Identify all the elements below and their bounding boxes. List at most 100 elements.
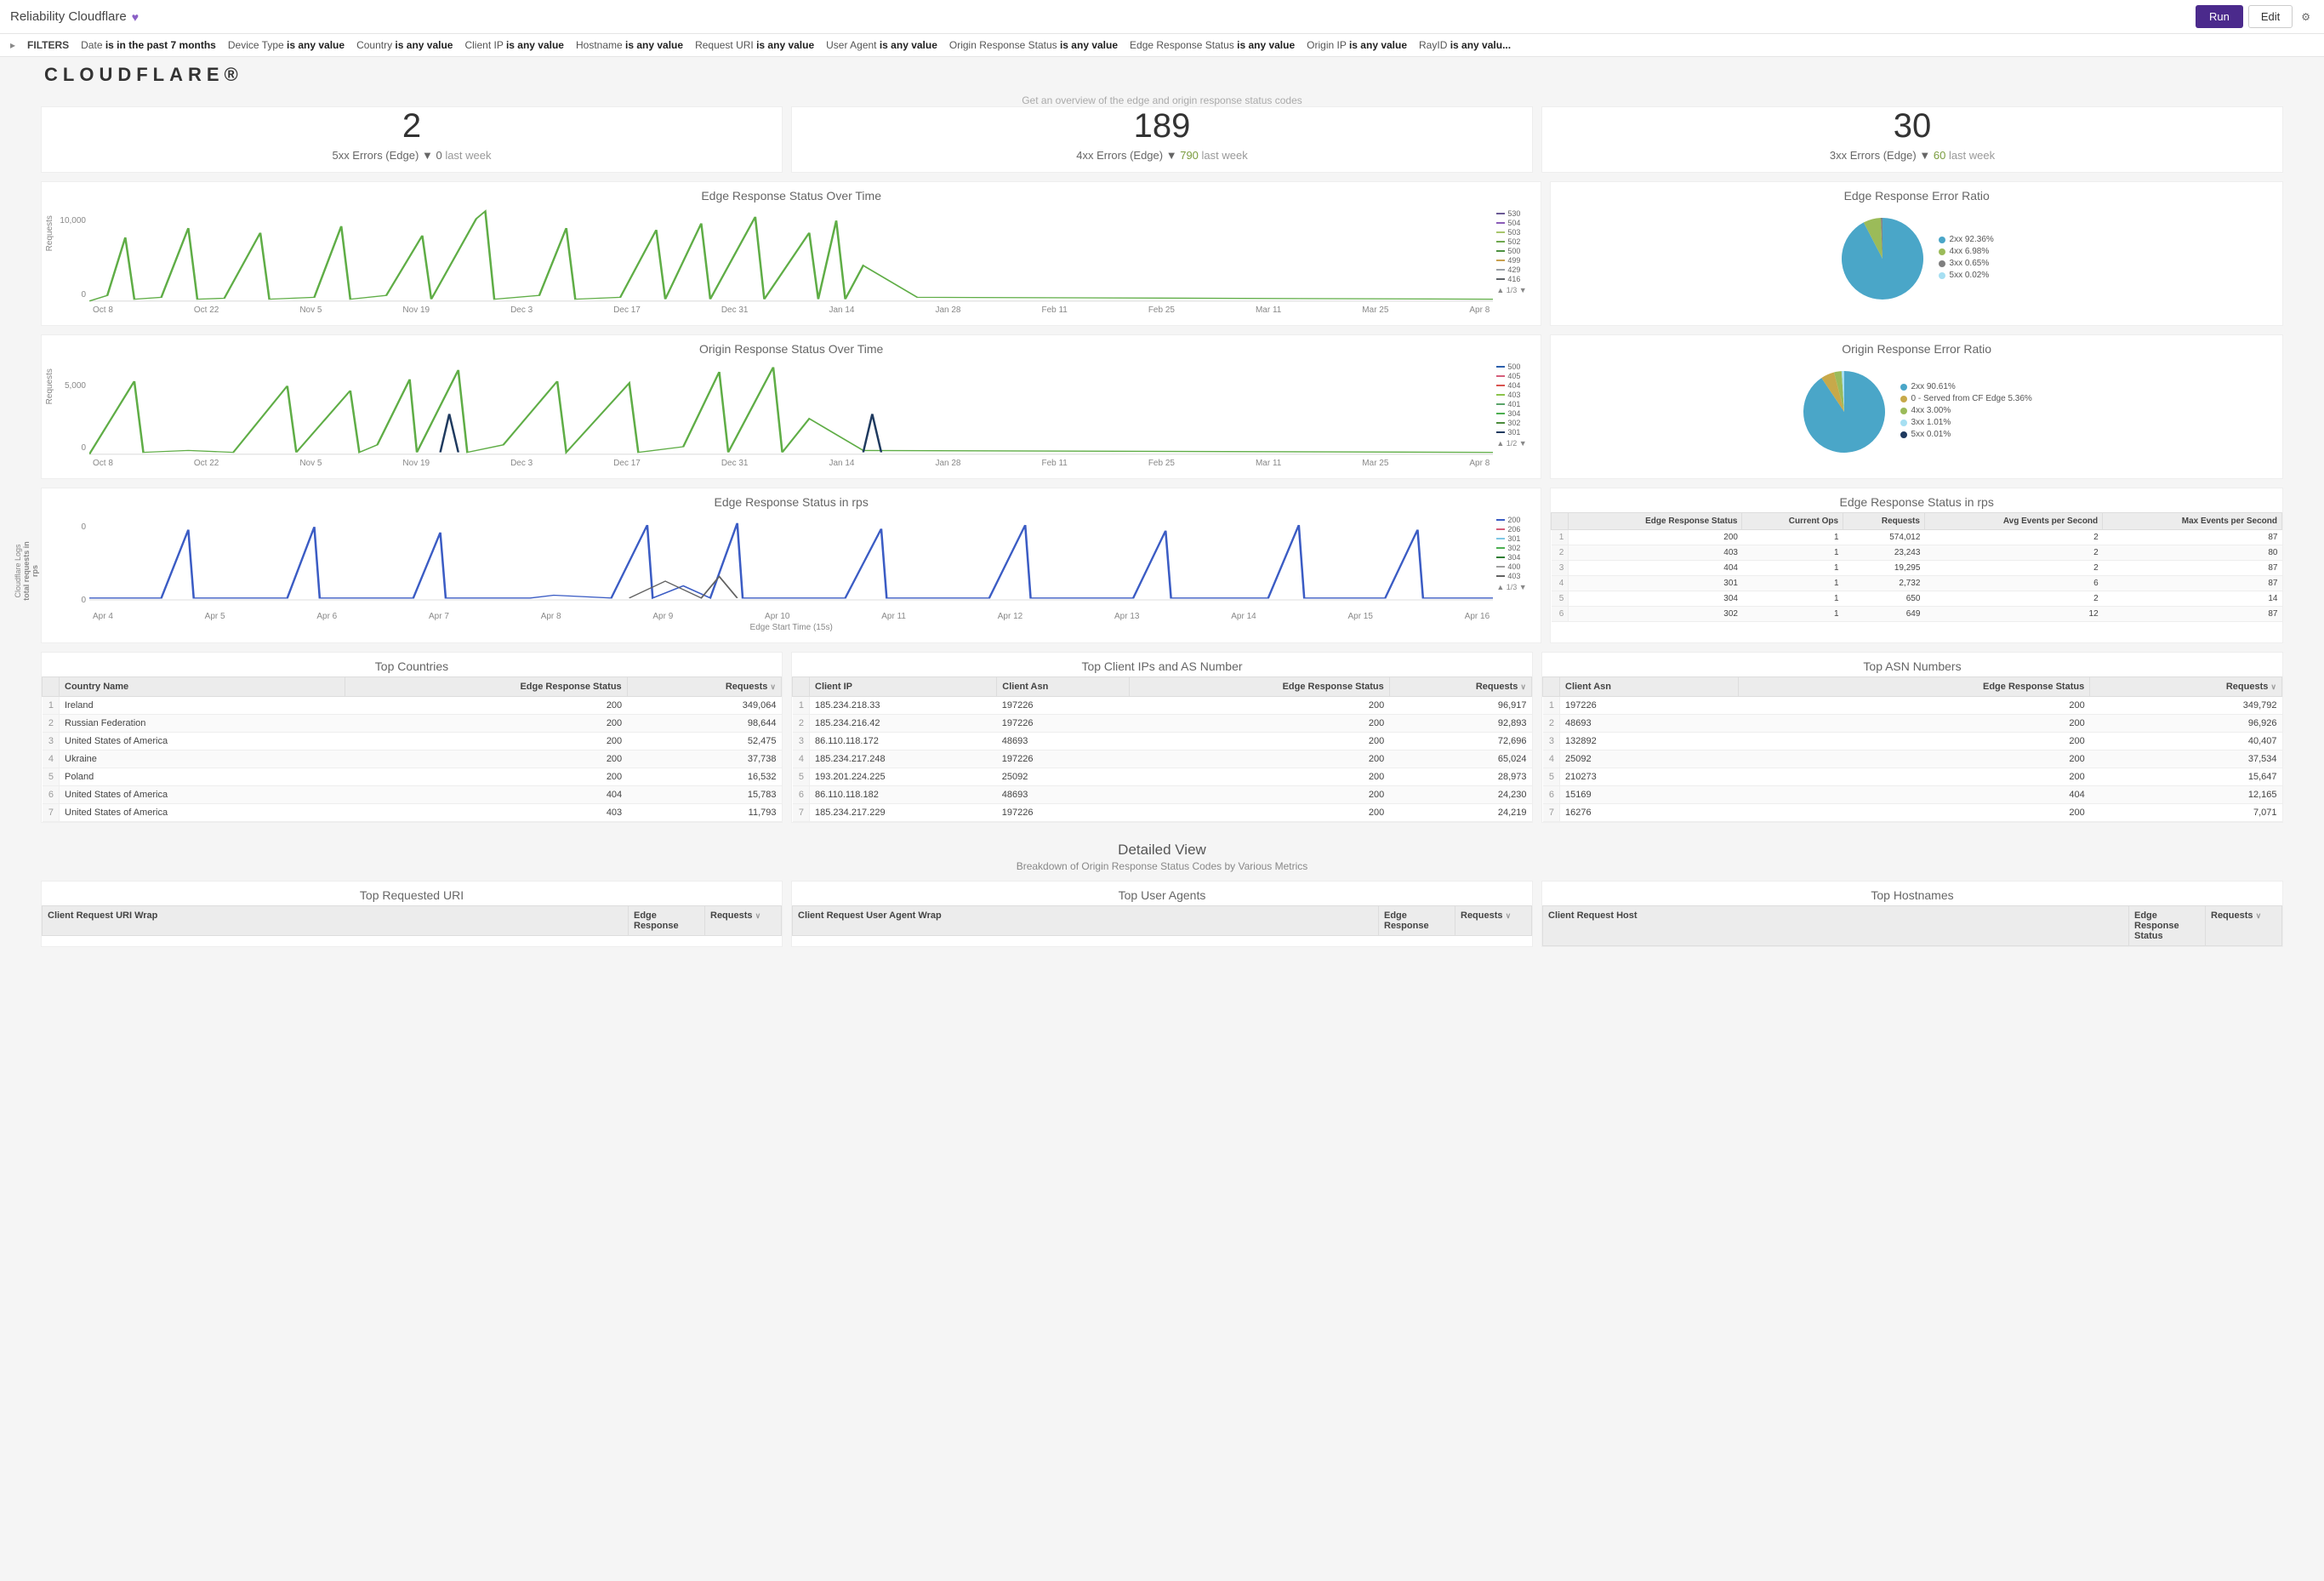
run-button[interactable]: Run: [2196, 5, 2243, 28]
table-row[interactable]: 3United States of America20052,475: [43, 733, 782, 751]
legend-item[interactable]: 301: [1496, 428, 1534, 437]
legend-item[interactable]: 302: [1496, 419, 1534, 427]
filter-item[interactable]: RayID is any valu...: [1419, 39, 1511, 51]
filter-item[interactable]: Hostname is any value: [576, 39, 683, 51]
table-row[interactable]: 1185.234.218.3319722620096,917: [793, 697, 1532, 715]
column-header[interactable]: Edge Response Status: [1569, 513, 1742, 530]
table-row[interactable]: 12001574,012287: [1552, 530, 2282, 545]
top-uri-table[interactable]: Client Request URI WrapEdge ResponseRequ…: [42, 905, 782, 936]
gear-icon[interactable]: ⚙: [2298, 8, 2314, 26]
column-header[interactable]: Edge Response Status: [2129, 906, 2206, 946]
column-header[interactable]: Client Request URI Wrap: [43, 906, 629, 936]
table-row[interactable]: 24869320096,926: [1543, 715, 2282, 733]
legend-item[interactable]: 504: [1496, 219, 1534, 227]
table-row[interactable]: 61516940412,165: [1543, 786, 2282, 804]
origin-error-ratio-pie[interactable]: [1802, 369, 1887, 454]
pie-legend-item[interactable]: 0 - Served from CF Edge 5.36%: [1900, 394, 2032, 403]
table-row[interactable]: 6United States of America40415,783: [43, 786, 782, 804]
legend-item[interactable]: 500: [1496, 362, 1534, 371]
column-header[interactable]: Client IP: [810, 677, 997, 697]
table-row[interactable]: 1Ireland200349,064: [43, 697, 782, 715]
pie-legend-item[interactable]: 4xx 3.00%: [1900, 406, 2032, 415]
pie-legend-item[interactable]: 3xx 1.01%: [1900, 418, 2032, 427]
legend-item[interactable]: 403: [1496, 391, 1534, 399]
pie-legend-item[interactable]: 5xx 0.01%: [1900, 430, 2032, 439]
edge-error-ratio-pie[interactable]: [1840, 216, 1925, 301]
column-header[interactable]: Edge Response: [1379, 906, 1455, 936]
favorite-icon[interactable]: ♥: [132, 10, 139, 24]
table-row[interactable]: 630216491287: [1552, 607, 2282, 622]
column-header[interactable]: Client Asn: [1560, 677, 1739, 697]
table-row[interactable]: 7162762007,071: [1543, 804, 2282, 822]
column-header[interactable]: Edge Response Status: [345, 677, 627, 697]
pie-legend-item[interactable]: 5xx 0.02%: [1939, 271, 1994, 280]
legend-item[interactable]: 416: [1496, 275, 1534, 283]
pie-legend-item[interactable]: 2xx 90.61%: [1900, 382, 2032, 391]
pie-legend-item[interactable]: 4xx 6.98%: [1939, 247, 1994, 256]
legend-item[interactable]: 200: [1496, 516, 1534, 524]
legend-item[interactable]: 302: [1496, 544, 1534, 552]
column-header[interactable]: Requests ∨: [627, 677, 781, 697]
filter-item[interactable]: Date is in the past 7 months: [81, 39, 216, 51]
legend-item[interactable]: 301: [1496, 534, 1534, 543]
table-row[interactable]: 2403123,243280: [1552, 545, 2282, 561]
table-row[interactable]: 313289220040,407: [1543, 733, 2282, 751]
origin-time-chart[interactable]: [89, 362, 1493, 456]
top-ua-table[interactable]: Client Request User Agent WrapEdge Respo…: [792, 905, 1532, 936]
top-host-table[interactable]: Client Request HostEdge Response StatusR…: [1542, 905, 2282, 946]
filter-item[interactable]: Device Type is any value: [228, 39, 345, 51]
column-header[interactable]: Requests ∨: [2090, 677, 2282, 697]
edge-rps-table[interactable]: Edge Response StatusCurrent OpsRequestsA…: [1551, 512, 2282, 622]
table-row[interactable]: 5Poland20016,532: [43, 768, 782, 786]
top-countries-table[interactable]: Country NameEdge Response StatusRequests…: [42, 676, 782, 822]
top-ips-table[interactable]: Client IPClient AsnEdge Response StatusR…: [792, 676, 1532, 822]
table-row[interactable]: 2185.234.216.4219722620092,893: [793, 715, 1532, 733]
table-row[interactable]: 42509220037,534: [1543, 751, 2282, 768]
column-header[interactable]: Client Request User Agent Wrap: [793, 906, 1379, 936]
table-row[interactable]: 2Russian Federation20098,644: [43, 715, 782, 733]
column-header[interactable]: Edge Response: [629, 906, 705, 936]
filter-item[interactable]: Client IP is any value: [464, 39, 564, 51]
column-header[interactable]: Requests ∨: [705, 906, 782, 936]
legend-item[interactable]: 500: [1496, 247, 1534, 255]
edge-rps-chart[interactable]: [89, 516, 1493, 609]
table-row[interactable]: 4185.234.217.24819722620065,024: [793, 751, 1532, 768]
table-row[interactable]: 7United States of America40311,793: [43, 804, 782, 822]
legend-pager[interactable]: ▲ 1/3 ▼: [1496, 581, 1534, 591]
table-row[interactable]: 5193.201.224.2252509220028,973: [793, 768, 1532, 786]
legend-item[interactable]: 304: [1496, 409, 1534, 418]
table-row[interactable]: 7185.234.217.22919722620024,219: [793, 804, 1532, 822]
filter-item[interactable]: Request URI is any value: [695, 39, 814, 51]
table-row[interactable]: 53041650214: [1552, 591, 2282, 607]
table-row[interactable]: 4Ukraine20037,738: [43, 751, 782, 768]
legend-item[interactable]: 405: [1496, 372, 1534, 380]
legend-pager[interactable]: ▲ 1/3 ▼: [1496, 284, 1534, 294]
table-row[interactable]: 430112,732687: [1552, 576, 2282, 591]
legend-item[interactable]: 404: [1496, 381, 1534, 390]
table-row[interactable]: 386.110.118.1724869320072,696: [793, 733, 1532, 751]
column-header[interactable]: Edge Response Status: [1738, 677, 2090, 697]
filter-item[interactable]: User Agent is any value: [826, 39, 937, 51]
table-row[interactable]: 1197226200349,792: [1543, 697, 2282, 715]
table-row[interactable]: 521027320015,647: [1543, 768, 2282, 786]
column-header[interactable]: Country Name: [60, 677, 345, 697]
filter-item[interactable]: Edge Response Status is any value: [1130, 39, 1295, 51]
column-header[interactable]: Requests: [1843, 513, 1925, 530]
column-header[interactable]: Current Ops: [1742, 513, 1843, 530]
filter-item[interactable]: Origin IP is any value: [1307, 39, 1407, 51]
pie-legend-item[interactable]: 3xx 0.65%: [1939, 259, 1994, 268]
table-row[interactable]: 686.110.118.1824869320024,230: [793, 786, 1532, 804]
column-header[interactable]: Edge Response Status: [1129, 677, 1389, 697]
legend-item[interactable]: 400: [1496, 562, 1534, 571]
edit-button[interactable]: Edit: [2248, 5, 2293, 28]
table-row[interactable]: 3404119,295287: [1552, 561, 2282, 576]
column-header[interactable]: Requests ∨: [1389, 677, 1531, 697]
column-header[interactable]: Max Events per Second: [2103, 513, 2282, 530]
top-asn-table[interactable]: Client AsnEdge Response StatusRequests ∨…: [1542, 676, 2282, 822]
pie-legend-item[interactable]: 2xx 92.36%: [1939, 235, 1994, 244]
legend-item[interactable]: 403: [1496, 572, 1534, 580]
filter-item[interactable]: Country is any value: [356, 39, 453, 51]
legend-item[interactable]: 503: [1496, 228, 1534, 237]
legend-item[interactable]: 401: [1496, 400, 1534, 408]
legend-item[interactable]: 206: [1496, 525, 1534, 534]
